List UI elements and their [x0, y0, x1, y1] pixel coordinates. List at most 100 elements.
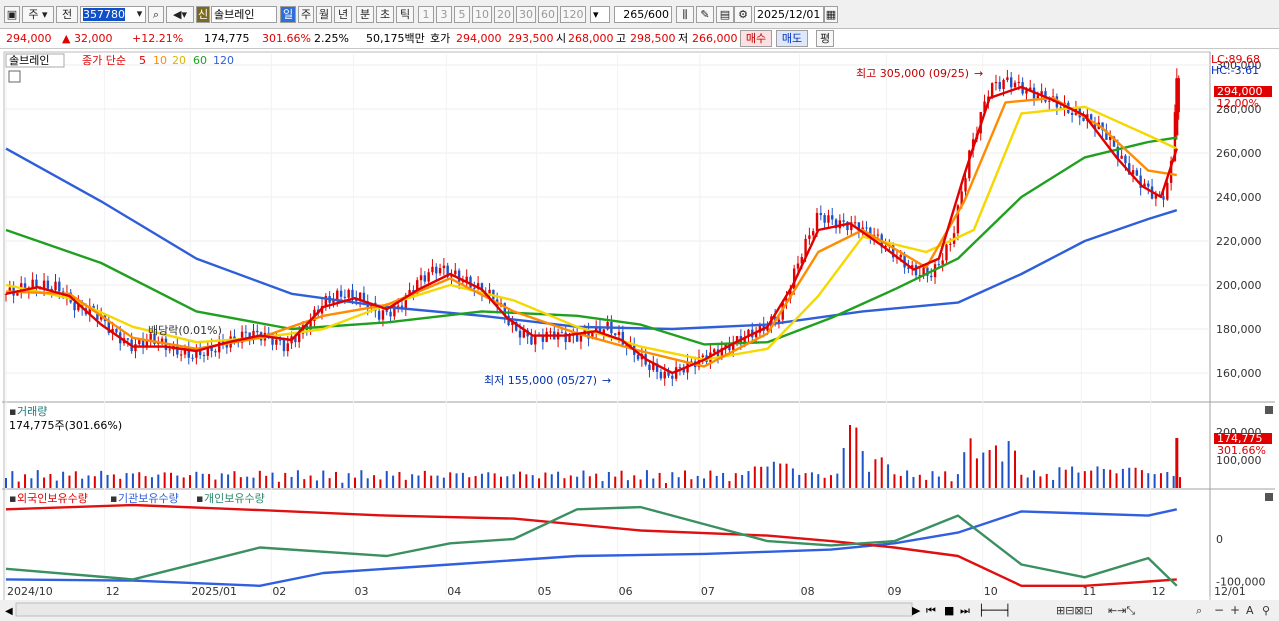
- table-icon[interactable]: [8, 70, 21, 83]
- candle-icon[interactable]: ⫼: [676, 6, 694, 23]
- volume-bar: [93, 476, 96, 488]
- candle-body: [233, 336, 236, 339]
- volume-bar: [284, 472, 287, 488]
- candle-body: [427, 272, 430, 282]
- candle-body: [678, 367, 682, 369]
- volume-bar: [753, 466, 756, 488]
- window-icon[interactable]: ▣: [4, 6, 20, 23]
- zoom-search-icon[interactable]: ⌕: [1196, 604, 1202, 617]
- volume-bar: [506, 476, 509, 488]
- candle-body: [941, 260, 944, 265]
- volume-bar: [677, 477, 680, 488]
- volume-bar: [1134, 467, 1137, 488]
- next-page-icon[interactable]: ⏭: [960, 604, 970, 617]
- candle-body: [202, 355, 206, 357]
- stock-name-field[interactable]: 솔브레인: [211, 6, 277, 23]
- gear-icon[interactable]: ⚙: [734, 6, 752, 23]
- volume-bar: [125, 473, 128, 488]
- volume-bar: [1179, 477, 1181, 488]
- tab-minute[interactable]: 분: [356, 6, 374, 23]
- volume-bar: [715, 475, 718, 488]
- volume-bar: [1159, 473, 1162, 488]
- first-page-icon[interactable]: ⏮: [926, 604, 936, 617]
- y-tick-label: 200,000: [1216, 279, 1262, 292]
- scroll-right-icon[interactable]: ▶: [912, 604, 921, 617]
- volume-bar: [499, 476, 502, 488]
- volume-bar: [576, 476, 579, 488]
- grid-layout-icon[interactable]: ⊞⊟⊠⊡: [1056, 604, 1093, 617]
- candle-body: [1070, 112, 1074, 115]
- toolbar: ▣ 주 ▾ 전 357780 ▾ ⌕ ◀▾ 신 솔브레인 일 주 월 년 분 초…: [0, 0, 1279, 29]
- volume-bar: [639, 479, 642, 488]
- candle-body: [214, 350, 217, 353]
- code-dropdown-icon[interactable]: ▾: [133, 6, 146, 23]
- draw-tools-icon[interactable]: ⇤⇥⤡: [1108, 604, 1135, 617]
- candle-body: [671, 375, 674, 379]
- count-field[interactable]: 265/600: [614, 6, 672, 23]
- min-opt-120[interactable]: 120: [560, 6, 586, 23]
- volume-bar: [227, 474, 230, 488]
- info-bar: 294,000 ▲ 32,000 +12.21% 174,775 301.66%…: [0, 29, 1279, 49]
- tab-day[interactable]: 일: [280, 6, 296, 23]
- candle-body: [994, 82, 998, 84]
- pin-icon[interactable]: ⚲: [1262, 604, 1270, 617]
- candle-body: [160, 338, 164, 342]
- avg-button[interactable]: 평: [816, 30, 834, 47]
- min-opt-10[interactable]: 10: [472, 6, 492, 23]
- volume-bar: [1102, 468, 1105, 488]
- volume-bar: [538, 478, 541, 488]
- candle-body: [808, 235, 811, 239]
- scroll-track[interactable]: [15, 602, 913, 617]
- candle-body: [473, 287, 476, 289]
- date-field[interactable]: 2025/12/01: [754, 6, 824, 23]
- volume-bar: [550, 474, 553, 488]
- stop-icon[interactable]: ■: [944, 604, 954, 617]
- volume-bar: [1058, 467, 1061, 488]
- market-select[interactable]: 주 ▾: [22, 6, 54, 23]
- tab-year[interactable]: 년: [334, 6, 352, 23]
- y-tick-label: 220,000: [1216, 235, 1262, 248]
- tab-week[interactable]: 주: [298, 6, 314, 23]
- volume-bar: [1121, 468, 1124, 488]
- stock-chart[interactable]: 300,000280,000260,000240,000220,000200,0…: [0, 50, 1279, 621]
- min-custom-dropdown[interactable]: ▾: [590, 6, 610, 23]
- save-icon[interactable]: ▤: [716, 6, 734, 23]
- volume-bar: [246, 476, 249, 488]
- search-icon[interactable]: ⌕: [148, 6, 164, 23]
- min-opt-3[interactable]: 3: [436, 6, 452, 23]
- volume-ratio: 301.66%: [262, 32, 311, 45]
- volume-bar: [430, 475, 433, 488]
- vol-pane-close-icon[interactable]: [1265, 406, 1273, 414]
- font-size-icon[interactable]: A: [1246, 604, 1254, 617]
- min-opt-30[interactable]: 30: [516, 6, 536, 23]
- ref-select[interactable]: 전: [56, 6, 78, 23]
- legend-stock-name: 솔브레인: [9, 54, 49, 67]
- min-opt-1[interactable]: 1: [418, 6, 434, 23]
- volume-bar: [671, 472, 674, 488]
- volume-bar: [956, 474, 959, 488]
- x-tick-label: 03: [355, 585, 369, 598]
- candle-body: [442, 265, 446, 269]
- min-opt-60[interactable]: 60: [538, 6, 558, 23]
- tab-second[interactable]: 초: [376, 6, 394, 23]
- zoom-in-icon[interactable]: +: [1230, 603, 1240, 617]
- scroll-left-icon[interactable]: ◀: [5, 606, 13, 617]
- tab-tick[interactable]: 틱: [396, 6, 414, 23]
- speaker-icon[interactable]: ◀▾: [166, 6, 194, 23]
- volume-bar: [620, 470, 623, 488]
- min-opt-20[interactable]: 20: [494, 6, 514, 23]
- zoom-out-icon[interactable]: −: [1214, 603, 1224, 617]
- range-slider-icon[interactable]: ├───┤: [978, 603, 1011, 617]
- sell-button[interactable]: 매도: [776, 30, 808, 47]
- volume-bar: [392, 475, 395, 488]
- inv-pane-close-icon[interactable]: [1265, 493, 1273, 501]
- min-opt-5[interactable]: 5: [454, 6, 470, 23]
- volume-bar: [1166, 472, 1169, 488]
- volume-bar: [404, 479, 407, 488]
- candle-body: [435, 266, 438, 274]
- buy-button[interactable]: 매수: [740, 30, 772, 47]
- tab-month[interactable]: 월: [316, 6, 332, 23]
- calendar-icon[interactable]: ▦: [824, 6, 838, 23]
- foreign-title: 외국인보유수량: [17, 492, 88, 505]
- tools-icon[interactable]: ✎: [696, 6, 714, 23]
